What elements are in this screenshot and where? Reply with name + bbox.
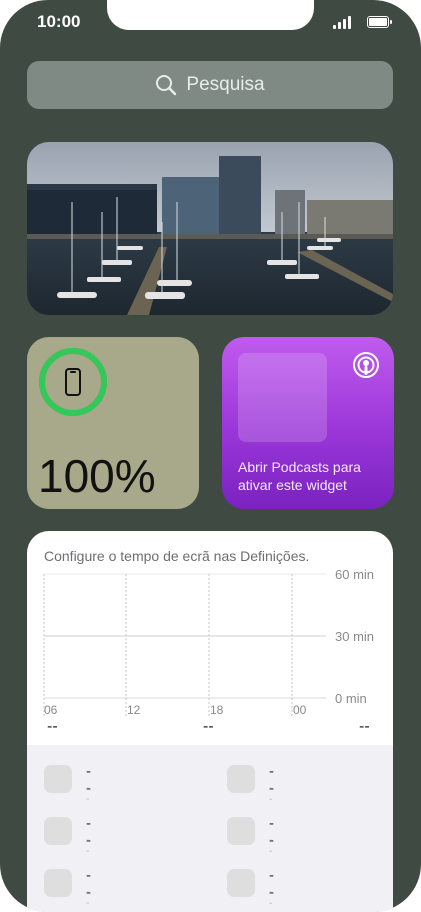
battery-percent: 100% (38, 450, 156, 502)
app-icon (44, 869, 72, 897)
x-tick-18: 18 (210, 703, 224, 717)
photo-widget[interactable] (27, 142, 393, 315)
podcasts-message: Abrir Podcasts para ativar este widget (238, 459, 361, 493)
y-tick-60: 60 min (335, 567, 374, 582)
x-tick-06: 06 (44, 703, 58, 717)
summary-value: -- (203, 718, 214, 735)
podcasts-icon (353, 352, 379, 378)
x-tick-12: 12 (127, 703, 141, 717)
harbor-photo (27, 142, 393, 315)
app-time: -- (86, 887, 90, 909)
podcasts-widget[interactable]: Abrir Podcasts para ativar este widget (222, 337, 394, 509)
app-icon (227, 869, 255, 897)
y-tick-0: 0 min (335, 691, 367, 706)
screen-time-widget[interactable]: Configure o tempo de ecrã nas Definições… (27, 531, 393, 912)
search-icon (156, 75, 177, 96)
y-tick-30: 30 min (335, 629, 374, 644)
app-time: -- (269, 835, 273, 857)
app-time: -- (269, 887, 273, 909)
app-icon (44, 765, 72, 793)
summary-value: -- (359, 718, 370, 735)
x-tick-00: 00 (293, 703, 307, 717)
app-time: -- (86, 783, 90, 805)
app-icon (44, 817, 72, 845)
search-bar[interactable]: Pesquisa (27, 61, 393, 109)
home-screen: 10:00 Pesquisa 100% Abrir Podcasts para … (0, 0, 421, 912)
search-label: Pesquisa (186, 74, 265, 95)
app-time: -- (269, 783, 273, 805)
app-icon (227, 765, 255, 793)
status-icons (333, 15, 393, 29)
app-usage-list: -- -- -- -- -- -- -- -- -- -- -- -- (27, 745, 393, 912)
notch (107, 0, 314, 30)
podcast-artwork-placeholder (238, 353, 327, 442)
summary-value: -- (47, 718, 58, 735)
battery-icon (367, 16, 389, 28)
signal-icon (333, 15, 353, 29)
battery-ring (39, 348, 107, 416)
app-time: -- (86, 835, 90, 857)
battery-widget[interactable]: 100% (27, 337, 199, 509)
app-icon (227, 817, 255, 845)
iphone-icon (65, 368, 81, 396)
battery-tip (390, 20, 392, 24)
screen-time-chart: 60 min 30 min 0 min 06 12 18 00 (43, 567, 374, 717)
status-time: 10:00 (37, 12, 81, 31)
